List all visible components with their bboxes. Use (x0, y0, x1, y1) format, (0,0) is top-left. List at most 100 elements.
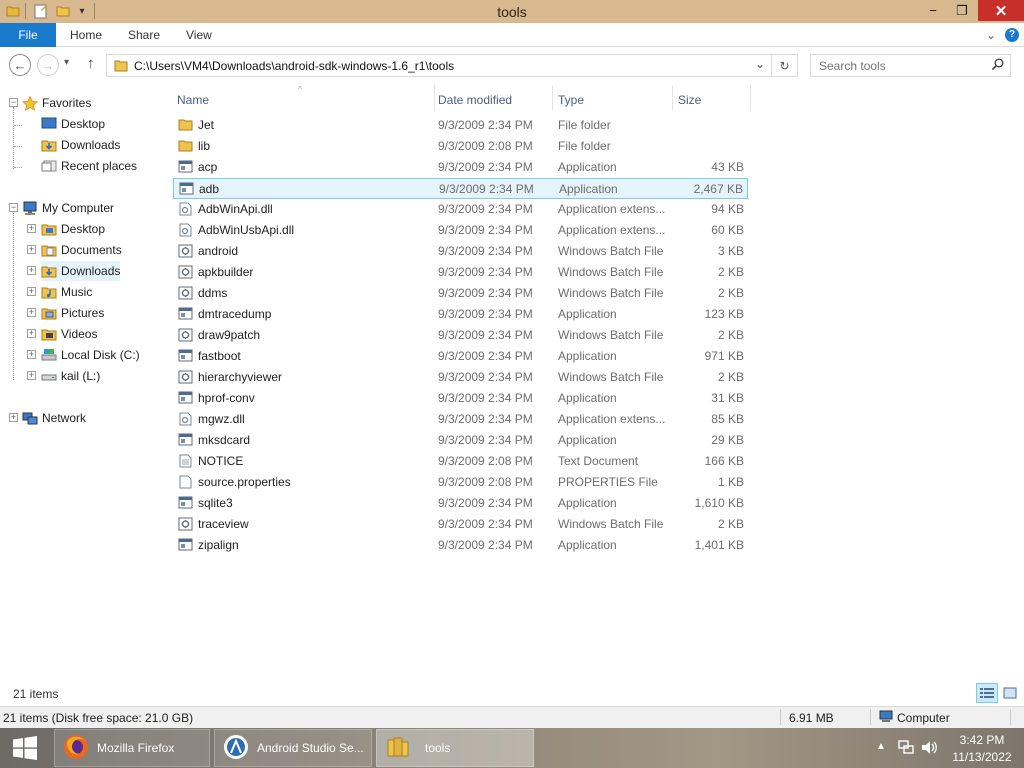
nav-computer-desktop[interactable]: Desktop (41, 219, 105, 239)
expand-icon[interactable]: + (27, 287, 36, 296)
file-row[interactable]: traceview 9/3/2009 2:34 PM Windows Batch F… (173, 514, 748, 535)
help-button[interactable]: ? (1005, 28, 1019, 42)
back-button[interactable]: ← (9, 54, 31, 76)
column-header-name[interactable]: Name (173, 89, 435, 111)
file-name: sqlite3 (198, 496, 233, 510)
column-header-date[interactable]: Date modified (434, 89, 552, 111)
expand-icon[interactable]: + (27, 245, 36, 254)
tab-share[interactable]: Share (128, 23, 160, 47)
up-button[interactable]: ↑ (87, 55, 95, 72)
nav-label: Downloads (61, 264, 121, 278)
file-row[interactable]: acp 9/3/2009 2:34 PM Application 43 KB (173, 157, 748, 178)
nav-label: Music (61, 285, 93, 299)
recent-places-icon (41, 159, 57, 173)
computer-icon (22, 201, 38, 215)
collapse-favorites-icon[interactable]: − (9, 98, 18, 107)
file-type: Application (558, 307, 617, 321)
taskbar-tools[interactable]: tools (376, 729, 534, 767)
expand-icon[interactable]: + (27, 329, 36, 338)
nav-label: Pictures (61, 306, 105, 320)
file-row[interactable]: adb 9/3/2009 2:34 PM Application 2,467 KB (173, 178, 748, 199)
minimize-button[interactable]: − (918, 0, 948, 21)
file-row[interactable]: NOTICE 9/3/2009 2:08 PM Text Document 166 K… (173, 451, 748, 472)
volume-icon[interactable] (921, 740, 939, 758)
tab-file[interactable]: File (0, 23, 56, 47)
close-button[interactable]: ✕ (978, 0, 1024, 21)
restore-button[interactable]: ❐ (947, 0, 977, 21)
expand-icon[interactable]: + (27, 266, 36, 275)
clock-date[interactable]: 11/13/2022 (945, 750, 1019, 764)
nav-computer-pictures[interactable]: Pictures (41, 303, 104, 323)
file-row[interactable]: draw9patch 9/3/2009 2:34 PM Windows Batch … (173, 325, 748, 346)
recent-locations-dropdown[interactable]: ▾ (64, 57, 69, 68)
batch-file-icon (178, 517, 193, 531)
file-row[interactable]: dmtracedump 9/3/2009 2:34 PM Application 12… (173, 304, 748, 325)
tab-view[interactable]: View (186, 23, 212, 47)
file-name: acp (198, 160, 218, 174)
show-hidden-icons-button[interactable]: ▲ (876, 741, 886, 752)
taskbar-android-studio[interactable]: Android Studio Se... (214, 729, 372, 767)
file-type: Application (558, 349, 617, 363)
nav-computer-documents[interactable]: Documents (41, 240, 122, 260)
expand-network-icon[interactable]: + (9, 413, 18, 422)
nav-favorites-recent-places[interactable]: Recent places (41, 156, 137, 176)
large-icons-view-icon[interactable] (1000, 683, 1020, 703)
file-row[interactable]: mksdcard 9/3/2009 2:34 PM Application 29 KB (173, 430, 748, 451)
clock-time[interactable]: 3:42 PM (953, 733, 1011, 747)
nav-label: Videos (61, 327, 98, 341)
nav-favorites-downloads[interactable]: Downloads (41, 135, 120, 155)
file-row[interactable]: fastboot 9/3/2009 2:34 PM Application 971 K… (173, 346, 748, 367)
search-icon[interactable] (991, 58, 1004, 74)
file-row[interactable]: ddms 9/3/2009 2:34 PM Windows Batch File 2 … (173, 283, 748, 304)
file-row[interactable]: Jet 9/3/2009 2:34 PM File folder (173, 115, 748, 136)
file-row[interactable]: hierarchyviewer 9/3/2009 2:34 PM Windows B… (173, 367, 748, 388)
column-header-type[interactable]: Type (554, 89, 672, 111)
file-type: Application (558, 538, 617, 552)
address-dropdown-icon[interactable]: ⌄ (755, 57, 765, 71)
file-size: 2,467 KB (693, 182, 743, 196)
expand-icon[interactable]: + (27, 350, 36, 359)
nav-label: Favorites (42, 96, 92, 110)
nav-computer-local-disk[interactable]: Local Disk (C:) (41, 345, 140, 365)
details-view-icon[interactable] (976, 683, 998, 703)
search-input[interactable] (811, 55, 986, 76)
refresh-button[interactable]: ↻ (772, 54, 798, 77)
nav-computer-videos[interactable]: Videos (41, 324, 97, 344)
documents-icon (41, 243, 57, 257)
file-row[interactable]: apkbuilder 9/3/2009 2:34 PM Windows Batch … (173, 262, 748, 283)
file-row[interactable]: AdbWinUsbApi.dll 9/3/2009 2:34 PM Applicat… (173, 220, 748, 241)
network-tray-icon[interactable] (898, 740, 914, 757)
file-row[interactable]: hprof-conv 9/3/2009 2:34 PM Application 31 … (173, 388, 748, 409)
file-row[interactable]: AdbWinApi.dll 9/3/2009 2:34 PM Application… (173, 199, 748, 220)
navigation-pane: − Favorites Desktop Downloads Recent pla… (0, 85, 160, 680)
taskbar-firefox[interactable]: Mozilla Firefox (54, 729, 210, 767)
start-button[interactable] (0, 728, 50, 768)
nav-favorites-desktop[interactable]: Desktop (41, 114, 105, 134)
file-row[interactable]: lib 9/3/2009 2:08 PM File folder (173, 136, 748, 157)
file-row[interactable]: source.properties 9/3/2009 2:08 PM PROPERT… (173, 472, 748, 493)
file-row[interactable]: android 9/3/2009 2:34 PM Windows Batch Fil… (173, 241, 748, 262)
expand-ribbon-button[interactable]: ⌄ (986, 23, 996, 47)
expand-icon[interactable]: + (27, 308, 36, 317)
file-row[interactable]: mgwz.dll 9/3/2009 2:34 PM Application exte… (173, 409, 748, 430)
collapse-my-computer-icon[interactable]: − (9, 203, 18, 212)
nav-favorites[interactable]: Favorites (22, 93, 91, 113)
expand-icon[interactable]: + (27, 371, 36, 380)
file-size: 2 KB (717, 370, 744, 384)
nav-network[interactable]: Network (22, 408, 86, 428)
forward-button[interactable]: → (37, 54, 59, 76)
nav-computer-downloads[interactable]: Downloads (41, 261, 121, 281)
tab-home[interactable]: Home (70, 23, 102, 47)
file-row[interactable]: sqlite3 9/3/2009 2:34 PM Application 1,610 … (173, 493, 748, 514)
expand-icon[interactable]: + (27, 224, 36, 233)
search-box[interactable] (810, 54, 1011, 77)
file-name: zipalign (198, 538, 239, 552)
nav-my-computer[interactable]: My Computer (22, 198, 114, 218)
nav-computer-music[interactable]: Music (41, 282, 92, 302)
nav-computer-kail-drive[interactable]: kail (L:) (41, 366, 100, 386)
file-type: Application extens... (558, 412, 666, 426)
file-row[interactable]: zipalign 9/3/2009 2:34 PM Application 1,401… (173, 535, 748, 556)
firefox-icon (63, 734, 89, 763)
address-bar[interactable]: C:\Users\VM4\Downloads\android-sdk-windo… (106, 54, 772, 77)
column-header-size[interactable]: Size (674, 89, 750, 111)
